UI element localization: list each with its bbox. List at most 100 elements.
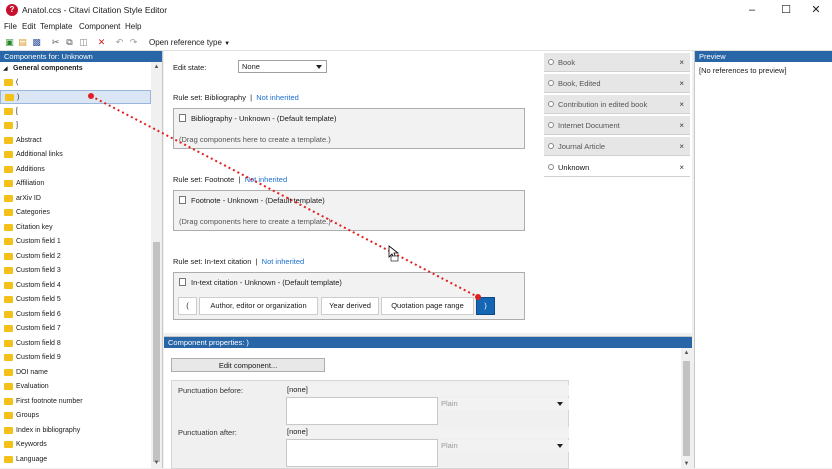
template-component-selected[interactable]: ): [476, 297, 495, 315]
title-bar: ? Anatol.ccs - Citavi Citation Style Edi…: [0, 0, 832, 20]
component-item[interactable]: Groups: [0, 409, 151, 423]
component-item[interactable]: DOI name: [0, 366, 151, 380]
component-item[interactable]: Custom field 7: [0, 322, 151, 336]
component-item[interactable]: arXiv ID: [0, 192, 151, 206]
app-icon: ?: [6, 4, 18, 16]
component-item[interactable]: Custom field 8: [0, 337, 151, 351]
component-icon: [4, 398, 13, 405]
scroll-down-icon[interactable]: ▼: [151, 458, 162, 468]
component-icon: [4, 369, 13, 376]
tab-book-edited[interactable]: Book, Edited ×: [544, 74, 690, 93]
menu-edit[interactable]: Edit: [22, 22, 36, 31]
scroll-up-icon[interactable]: ▲: [151, 62, 162, 72]
component-icon: [4, 311, 13, 318]
component-item-selected[interactable]: ): [0, 90, 151, 104]
preview-panel: Preview [No references to preview]: [694, 51, 832, 468]
component-label: Abstract: [16, 137, 42, 144]
intext-template[interactable]: In-text citation - Unknown - (Default te…: [173, 272, 525, 320]
save-icon[interactable]: ▩: [31, 37, 42, 48]
component-label: Additions: [16, 166, 45, 173]
menu-component[interactable]: Component: [79, 22, 120, 31]
tab-book[interactable]: Book ×: [544, 53, 690, 72]
component-item[interactable]: Custom field 9: [0, 351, 151, 365]
template-component[interactable]: (: [178, 297, 197, 315]
punctuation-after-summary: [none]: [286, 427, 569, 438]
component-item[interactable]: Custom field 1: [0, 235, 151, 249]
close-tab-icon[interactable]: ×: [679, 116, 684, 135]
footnote-template[interactable]: Footnote - Unknown - (Default template) …: [173, 190, 525, 231]
tab-unknown[interactable]: Unknown ×: [544, 158, 690, 177]
template-component[interactable]: Year derived: [321, 297, 379, 315]
scrollbar-thumb[interactable]: [153, 242, 160, 462]
edit-component-button[interactable]: Edit component...: [171, 358, 325, 372]
close-tab-icon[interactable]: ×: [679, 95, 684, 114]
close-tab-icon[interactable]: ×: [679, 74, 684, 93]
menu-help[interactable]: Help: [125, 22, 141, 31]
tab-contribution-in-edited-book[interactable]: Contribution in edited book ×: [544, 95, 690, 114]
component-item[interactable]: Custom field 4: [0, 279, 151, 293]
template-component[interactable]: Quotation page range: [381, 297, 474, 315]
component-icon: [4, 325, 13, 332]
menu-template[interactable]: Template: [40, 22, 72, 31]
component-item[interactable]: Custom field 3: [0, 264, 151, 278]
component-item[interactable]: Keywords: [0, 438, 151, 452]
scroll-up-icon[interactable]: ▲: [681, 348, 692, 358]
component-item[interactable]: [: [0, 105, 151, 119]
cut-icon[interactable]: ✂: [50, 37, 61, 48]
new-icon[interactable]: ▣: [4, 37, 15, 48]
copy-icon[interactable]: ⧉: [64, 37, 75, 48]
component-item[interactable]: ]: [0, 119, 151, 133]
component-item[interactable]: Citation key: [0, 221, 151, 235]
undo-icon[interactable]: ↶: [114, 37, 125, 48]
redo-icon[interactable]: ↷: [128, 37, 139, 48]
bibliography-template[interactable]: Bibliography - Unknown - (Default templa…: [173, 108, 525, 149]
component-item[interactable]: Affiliation: [0, 177, 151, 191]
component-item[interactable]: Additional links: [0, 148, 151, 162]
component-icon: [4, 354, 13, 361]
scrollbar-thumb[interactable]: [683, 361, 690, 456]
component-item[interactable]: First footnote number: [0, 395, 151, 409]
radio-icon: [548, 80, 554, 86]
minimize-button[interactable]: –: [736, 0, 768, 20]
tab-journal-article[interactable]: Journal Article ×: [544, 137, 690, 156]
close-window-button[interactable]: ✕: [800, 0, 832, 20]
punctuation-after-input[interactable]: [286, 439, 438, 467]
component-item[interactable]: Additions: [0, 163, 151, 177]
punctuation-after-format-select[interactable]: Plain: [439, 440, 569, 452]
edit-state-select[interactable]: None: [238, 60, 327, 73]
delete-icon[interactable]: ✕: [96, 37, 107, 48]
close-tab-icon[interactable]: ×: [679, 137, 684, 156]
separator: |: [250, 93, 253, 102]
component-item[interactable]: Evaluation: [0, 380, 151, 394]
maximize-button[interactable]: ☐: [770, 0, 802, 20]
component-item[interactable]: Categories: [0, 206, 151, 220]
component-item[interactable]: Custom field 5: [0, 293, 151, 307]
close-tab-icon[interactable]: ×: [679, 53, 684, 72]
open-reference-type-button[interactable]: Open reference type ▼: [149, 38, 230, 47]
punctuation-after-label: Punctuation after:: [178, 428, 237, 437]
close-tab-icon[interactable]: ×: [679, 158, 684, 177]
component-label: DOI name: [16, 369, 48, 376]
open-folder-icon[interactable]: ▤: [17, 37, 28, 48]
component-item[interactable]: Custom field 6: [0, 308, 151, 322]
component-item[interactable]: Custom field 2: [0, 250, 151, 264]
not-inherited-link[interactable]: Not inherited: [256, 93, 299, 102]
punctuation-before-label: Punctuation before:: [178, 386, 244, 395]
group-general-components[interactable]: ◢ General components: [0, 62, 151, 76]
preview-header: Preview: [695, 51, 832, 62]
menu-file[interactable]: File: [4, 22, 17, 31]
punctuation-before-input[interactable]: [286, 397, 438, 425]
tab-internet-document[interactable]: Internet Document ×: [544, 116, 690, 135]
template-icon: [179, 278, 186, 286]
component-item[interactable]: Abstract: [0, 134, 151, 148]
components-scrollbar[interactable]: ▲ ▼: [151, 62, 162, 468]
punctuation-before-format-select[interactable]: Plain: [439, 398, 569, 410]
component-item[interactable]: Language: [0, 453, 151, 467]
not-inherited-link[interactable]: Not inherited: [245, 175, 288, 184]
component-item[interactable]: Index in bibliography: [0, 424, 151, 438]
paste-icon[interactable]: ◫: [78, 37, 89, 48]
properties-scrollbar[interactable]: ▲ ▼: [681, 348, 692, 469]
not-inherited-link[interactable]: Not inherited: [262, 257, 305, 266]
template-component[interactable]: Author, editor or organization: [199, 297, 318, 315]
component-item[interactable]: (: [0, 76, 151, 90]
